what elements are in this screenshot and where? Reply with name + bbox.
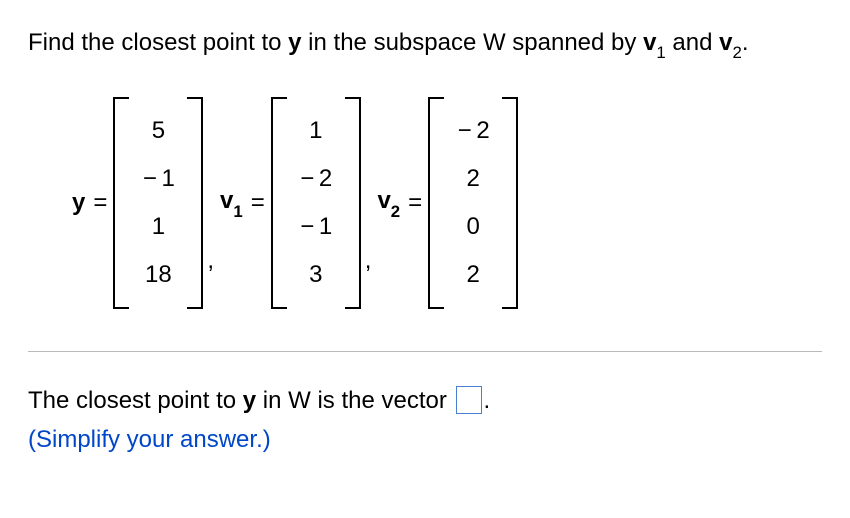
vector-entry: 2 <box>450 155 496 203</box>
bracket-icon <box>187 97 203 309</box>
v2-label: v2 <box>377 187 400 219</box>
vector-entry: − 1 <box>135 155 181 203</box>
y-label: y <box>72 189 85 217</box>
question-part: . <box>742 29 749 56</box>
bracket-icon <box>113 97 129 309</box>
var-v1: v <box>643 29 656 56</box>
separator-line <box>28 351 822 352</box>
var-v2: v <box>719 29 732 56</box>
vector-entry: 18 <box>135 251 181 299</box>
bracket-icon <box>345 97 361 309</box>
var-y: y <box>243 387 256 414</box>
vector-entry: − 2 <box>450 107 496 155</box>
vector-entry: 5 <box>135 107 181 155</box>
vectors-display: y = 5 − 1 1 18 , v1 = 1 − 2 − 1 3 , <box>72 97 822 309</box>
bracket-icon <box>428 97 444 309</box>
vector-entry: 0 <box>450 203 496 251</box>
vector-entry: 2 <box>450 251 496 299</box>
simplify-hint: (Simplify your answer.) <box>28 426 271 453</box>
comma: , <box>365 247 372 275</box>
vector-entry: 1 <box>135 203 181 251</box>
answer-prompt: The closest point to y in W is the vecto… <box>28 382 822 459</box>
vector-entry: − 2 <box>293 155 339 203</box>
comma: , <box>207 247 214 275</box>
v1-label: v1 <box>220 187 243 219</box>
var-v2-sub: 2 <box>733 43 742 62</box>
question-part: in the subspace W spanned by <box>302 29 644 56</box>
answer-part: The closest point to <box>28 387 243 414</box>
equals-sign: = <box>408 189 422 217</box>
answer-part: in W is the vector <box>256 387 453 414</box>
vector-entry: 1 <box>293 107 339 155</box>
question-text: Find the closest point to y in the subsp… <box>28 26 822 63</box>
bracket-icon <box>502 97 518 309</box>
answer-input[interactable] <box>456 386 482 414</box>
vector-v1: 1 − 2 − 1 3 <box>271 97 361 309</box>
question-part: Find the closest point to <box>28 29 288 56</box>
vector-v2: − 2 2 0 2 <box>428 97 518 309</box>
vector-entry: 3 <box>293 251 339 299</box>
var-v1-sub: 1 <box>656 43 665 62</box>
vector-entry: − 1 <box>293 203 339 251</box>
vector-y: 5 − 1 1 18 <box>113 97 203 309</box>
question-part: and <box>666 29 719 56</box>
equals-sign: = <box>251 189 265 217</box>
bracket-icon <box>271 97 287 309</box>
equals-sign: = <box>93 189 107 217</box>
answer-part: . <box>484 387 491 414</box>
var-y: y <box>288 29 301 56</box>
